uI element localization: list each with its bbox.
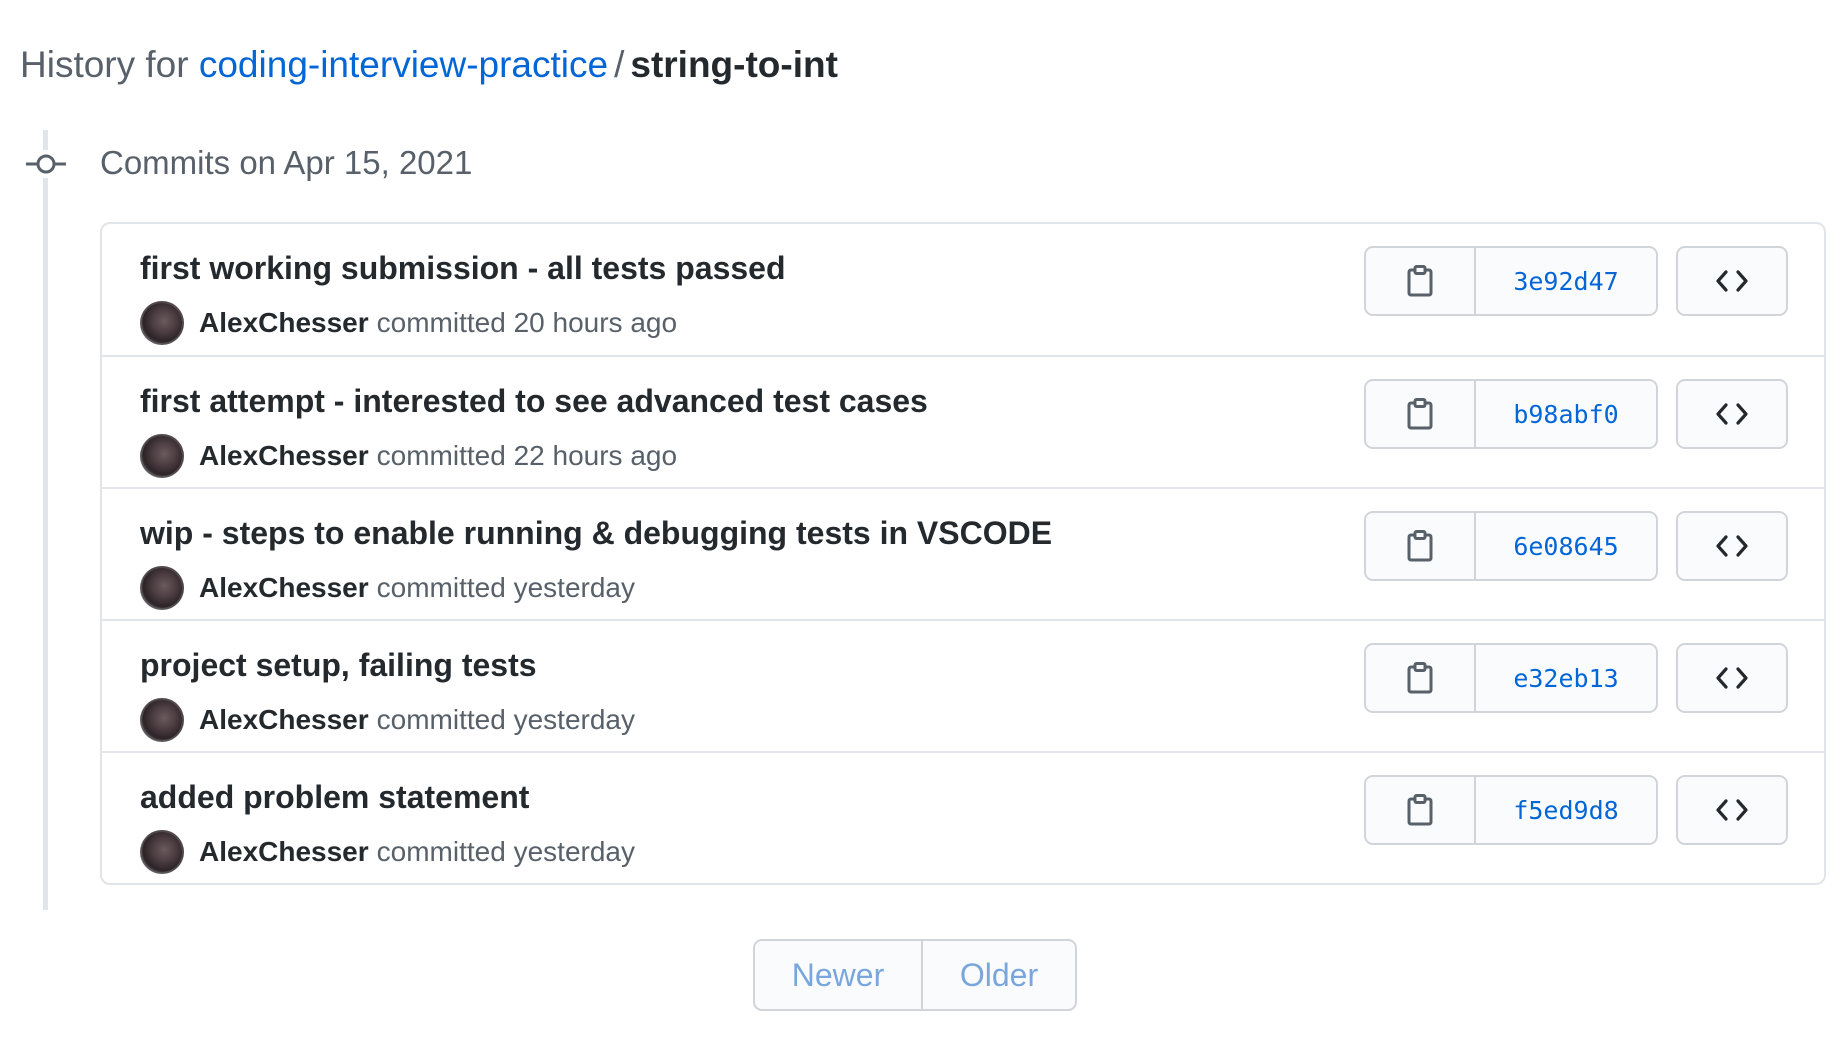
- commit-row: project setup, failing tests AlexChesser…: [102, 619, 1824, 751]
- page-title: History for coding-interview-practice / st…: [20, 40, 838, 90]
- commit-action: committed: [376, 704, 506, 735]
- commit-actions: 3e92d47: [1364, 246, 1788, 316]
- commit-message[interactable]: first attempt - interested to see advanc…: [140, 379, 928, 423]
- commit-message[interactable]: added problem statement: [140, 775, 529, 819]
- commit-message[interactable]: project setup, failing tests: [140, 643, 537, 687]
- commit-time: yesterday: [513, 572, 635, 603]
- commit-meta: AlexChesser committed yesterday: [140, 697, 635, 743]
- sha-button-group: b98abf0: [1364, 379, 1658, 449]
- pagination: Newer Older: [753, 939, 1077, 1011]
- file-name: string-to-int: [630, 44, 838, 85]
- path-separator: /: [614, 44, 625, 85]
- commit-message[interactable]: first working submission - all tests pas…: [140, 246, 786, 290]
- avatar[interactable]: [140, 566, 184, 610]
- commit-author[interactable]: AlexChesser: [199, 836, 369, 868]
- avatar[interactable]: [140, 301, 184, 345]
- commit-sha-link[interactable]: b98abf0: [1476, 381, 1656, 447]
- avatar[interactable]: [140, 698, 184, 742]
- code-icon: [1716, 270, 1748, 292]
- commit-sha-link[interactable]: f5ed9d8: [1476, 777, 1656, 843]
- commit-row: first attempt - interested to see advanc…: [102, 355, 1824, 487]
- commit-actions: b98abf0: [1364, 379, 1788, 449]
- history-prefix: History for: [20, 44, 189, 85]
- sha-button-group: 6e08645: [1364, 511, 1658, 581]
- commit-author[interactable]: AlexChesser: [199, 704, 369, 736]
- commit-action: committed: [376, 836, 506, 867]
- commit-meta: AlexChesser committed yesterday: [140, 565, 635, 611]
- commit-list: first working submission - all tests pas…: [100, 222, 1826, 885]
- commit-time: 20 hours ago: [513, 307, 678, 338]
- commit-sha-link[interactable]: 3e92d47: [1476, 248, 1656, 314]
- sha-button-group: 3e92d47: [1364, 246, 1658, 316]
- code-icon: [1716, 535, 1748, 557]
- commit-history-page: History for coding-interview-practice / st…: [0, 0, 1845, 1044]
- clipboard-icon: [1407, 265, 1433, 297]
- commit-actions: e32eb13: [1364, 643, 1788, 713]
- commit-sha-link[interactable]: e32eb13: [1476, 645, 1656, 711]
- commit-author[interactable]: AlexChesser: [199, 572, 369, 604]
- newer-button[interactable]: Newer: [755, 941, 923, 1009]
- commit-meta: AlexChesser committed yesterday: [140, 829, 635, 875]
- commit-message[interactable]: wip - steps to enable running & debuggin…: [140, 511, 1052, 555]
- clipboard-icon: [1407, 398, 1433, 430]
- code-icon: [1716, 799, 1748, 821]
- copy-sha-button[interactable]: [1366, 381, 1476, 447]
- browse-repo-button[interactable]: [1676, 643, 1788, 713]
- browse-repo-button[interactable]: [1676, 246, 1788, 316]
- commit-action: committed: [376, 572, 506, 603]
- commit-actions: f5ed9d8: [1364, 775, 1788, 845]
- clipboard-icon: [1407, 794, 1433, 826]
- commit-action: committed: [376, 440, 506, 471]
- avatar[interactable]: [140, 434, 184, 478]
- copy-sha-button[interactable]: [1366, 248, 1476, 314]
- git-commit-icon: [26, 150, 66, 178]
- commit-row: wip - steps to enable running & debuggin…: [102, 487, 1824, 619]
- commit-author[interactable]: AlexChesser: [199, 440, 369, 472]
- commit-author[interactable]: AlexChesser: [199, 307, 369, 339]
- timeline-line: [43, 130, 48, 910]
- copy-sha-button[interactable]: [1366, 777, 1476, 843]
- commit-sha-link[interactable]: 6e08645: [1476, 513, 1656, 579]
- commit-time: yesterday: [513, 836, 635, 867]
- commit-row: first working submission - all tests pas…: [102, 224, 1824, 355]
- clipboard-icon: [1407, 662, 1433, 694]
- clipboard-icon: [1407, 530, 1433, 562]
- sha-button-group: f5ed9d8: [1364, 775, 1658, 845]
- repo-link[interactable]: coding-interview-practice: [199, 44, 608, 85]
- commit-meta: AlexChesser committed 22 hours ago: [140, 433, 677, 479]
- browse-repo-button[interactable]: [1676, 511, 1788, 581]
- browse-repo-button[interactable]: [1676, 379, 1788, 449]
- commit-actions: 6e08645: [1364, 511, 1788, 581]
- sha-button-group: e32eb13: [1364, 643, 1658, 713]
- commit-row: added problem statement AlexChesser comm…: [102, 751, 1824, 883]
- copy-sha-button[interactable]: [1366, 645, 1476, 711]
- commit-group-title: Commits on Apr 15, 2021: [100, 144, 473, 181]
- commit-action: committed: [376, 307, 506, 338]
- browse-repo-button[interactable]: [1676, 775, 1788, 845]
- code-icon: [1716, 403, 1748, 425]
- code-icon: [1716, 667, 1748, 689]
- older-button[interactable]: Older: [923, 941, 1075, 1009]
- copy-sha-button[interactable]: [1366, 513, 1476, 579]
- commit-meta: AlexChesser committed 20 hours ago: [140, 300, 677, 346]
- commit-time: yesterday: [513, 704, 635, 735]
- avatar[interactable]: [140, 830, 184, 874]
- commit-time: 22 hours ago: [513, 440, 678, 471]
